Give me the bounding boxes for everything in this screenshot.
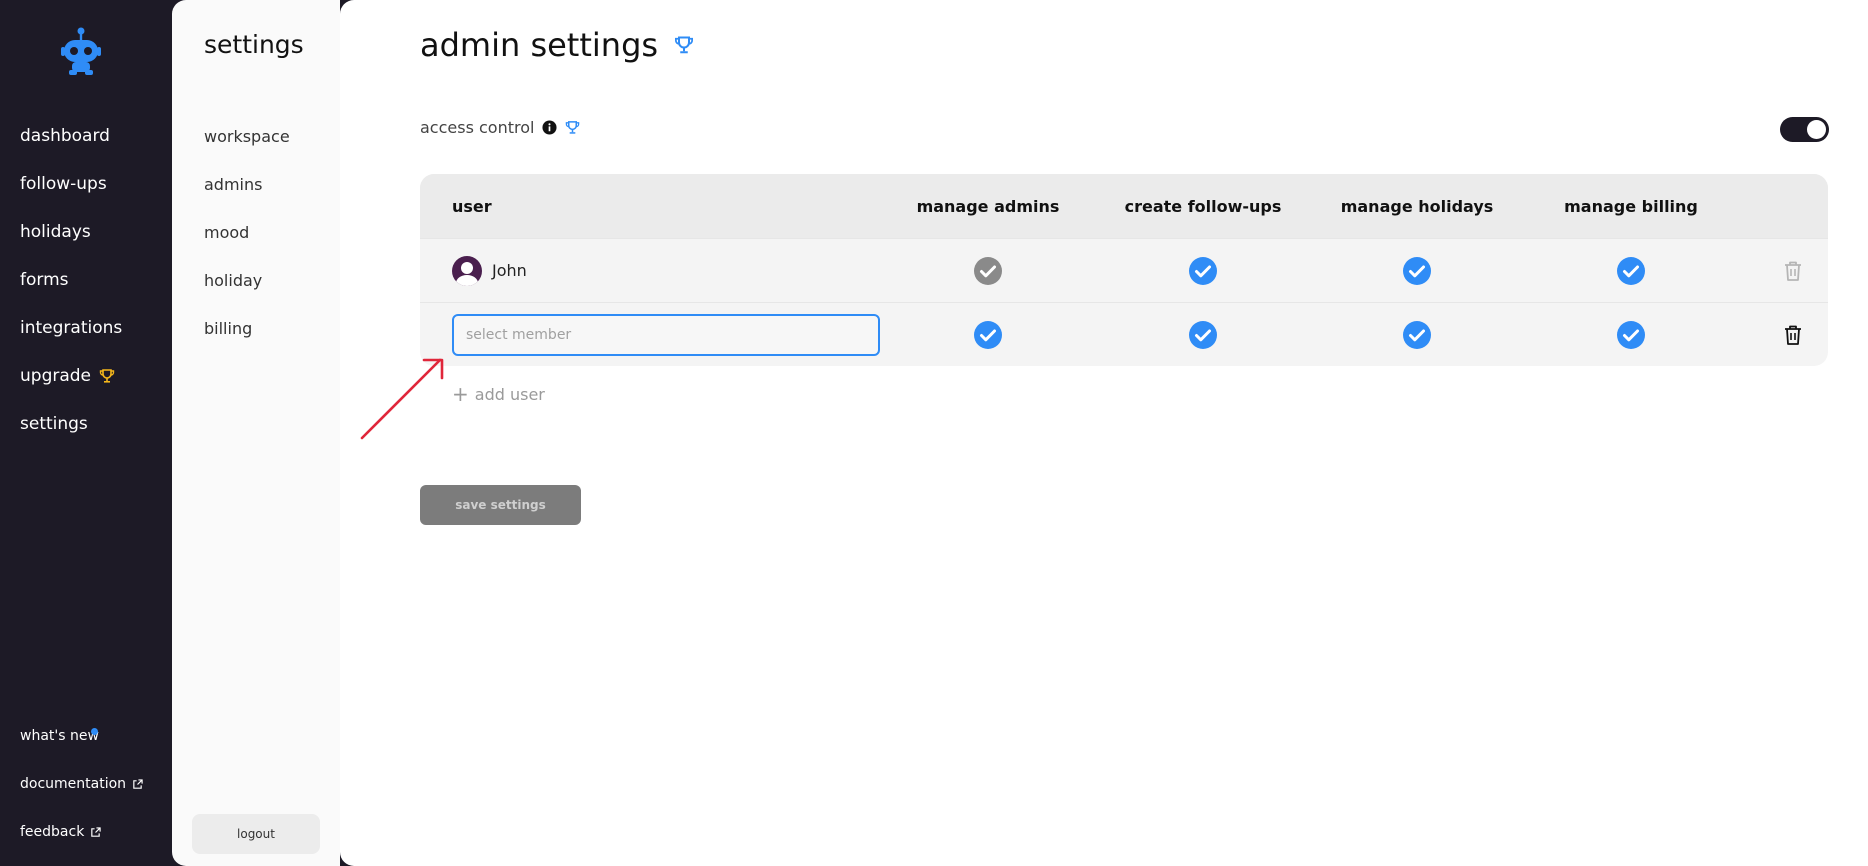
header-create-follow-ups: create follow-ups	[1124, 196, 1282, 216]
table-header: user manage admins create follow-ups man…	[420, 174, 1828, 238]
avatar	[452, 255, 482, 286]
member-select-cell	[420, 313, 900, 356]
header-user: user	[452, 196, 492, 216]
trash-icon[interactable]	[1783, 324, 1803, 346]
nav-item-dashboard[interactable]: dashboard	[0, 112, 172, 160]
plus-icon: +	[452, 382, 469, 406]
subnav-title: settings	[204, 30, 304, 59]
info-icon[interactable]	[542, 120, 557, 135]
trophy-icon	[566, 121, 580, 134]
subnav-item-workspace[interactable]: workspace	[172, 112, 340, 160]
check-icon[interactable]	[1403, 320, 1431, 349]
access-control-label: access control	[420, 118, 580, 137]
check-icon[interactable]	[1617, 256, 1645, 285]
main-nav: dashboard follow-ups holidays forms inte…	[0, 0, 176, 866]
check-icon[interactable]	[1403, 256, 1431, 285]
logout-button[interactable]: logout	[192, 814, 320, 854]
check-icon[interactable]	[1189, 320, 1217, 349]
check-disabled-icon	[974, 256, 1002, 285]
nav-item-settings[interactable]: settings	[0, 400, 172, 448]
robot-logo-icon[interactable]	[61, 26, 101, 76]
user-cell: John	[420, 255, 900, 286]
subnav-item-holiday[interactable]: holiday	[172, 256, 340, 304]
table-row	[420, 302, 1828, 366]
select-member-input[interactable]	[452, 313, 880, 356]
subnav-item-mood[interactable]: mood	[172, 208, 340, 256]
check-icon[interactable]	[1617, 320, 1645, 349]
nav-item-whats-new[interactable]: what's new	[0, 712, 172, 760]
main-content: admin settings access control user manag…	[340, 0, 1868, 866]
nav-item-feedback[interactable]: feedback	[0, 808, 172, 856]
external-link-icon	[91, 826, 101, 837]
page-title: admin settings	[420, 26, 694, 64]
header-manage-billing: manage billing	[1564, 196, 1698, 216]
check-icon[interactable]	[974, 320, 1002, 349]
subnav-item-billing[interactable]: billing	[172, 304, 340, 352]
nav-item-integrations[interactable]: integrations	[0, 304, 172, 352]
settings-subnav: settings workspace admins mood holiday b…	[172, 0, 340, 866]
nav-item-follow-ups[interactable]: follow-ups	[0, 160, 176, 208]
check-icon[interactable]	[1189, 256, 1217, 285]
nav-item-upgrade[interactable]: upgrade	[0, 352, 172, 400]
add-user-button[interactable]: + add user	[452, 384, 545, 404]
user-name: John	[492, 261, 527, 280]
admins-table: user manage admins create follow-ups man…	[420, 174, 1828, 366]
save-settings-button[interactable]: save settings	[420, 485, 581, 525]
header-manage-holidays: manage holidays	[1340, 196, 1494, 216]
table-row: John	[420, 238, 1828, 302]
notification-dot	[91, 728, 98, 735]
trophy-icon	[675, 36, 694, 54]
nav-item-documentation[interactable]: documentation	[0, 760, 172, 808]
nav-item-holidays[interactable]: holidays	[0, 208, 172, 256]
annotation-arrow-icon	[360, 358, 444, 440]
header-manage-admins: manage admins	[916, 196, 1060, 216]
external-link-icon	[133, 778, 143, 789]
subnav-item-admins[interactable]: admins	[172, 160, 340, 208]
nav-item-forms[interactable]: forms	[0, 256, 172, 304]
trophy-icon	[99, 369, 115, 383]
trash-disabled-icon	[1785, 261, 1801, 281]
access-control-toggle[interactable]	[1780, 117, 1829, 142]
toggle-knob	[1807, 120, 1826, 139]
